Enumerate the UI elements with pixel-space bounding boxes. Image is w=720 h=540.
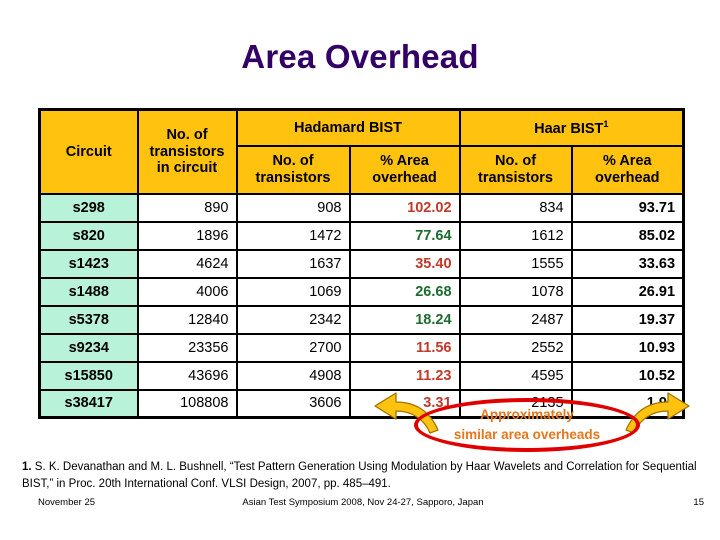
cell-hadamard-overhead: 11.23 [348, 360, 461, 391]
cell-hadamard-transistors: 908 [235, 192, 351, 223]
cell-hadamard-transistors: 1637 [235, 248, 351, 279]
footnote-marker-superscript: 1 [603, 118, 609, 129]
table-row: s15850 43696 4908 11.23 4595 10.52 [38, 360, 685, 391]
cell-transistors-in-circuit: 4624 [136, 248, 238, 279]
cell-circuit-name: s1423 [38, 248, 139, 279]
cell-hadamard-overhead: 11.56 [348, 332, 461, 363]
column-header-hadamard-transistors: No. of transistors [235, 144, 351, 195]
group-header-hadamard-bist: Hadamard BIST [235, 108, 461, 147]
table-row: s1423 4624 1637 35.40 1555 33.63 [38, 248, 685, 279]
table-body: s298 890 908 102.02 834 93.71 s820 1896 1472 77.6… [38, 192, 685, 419]
cell-hadamard-overhead: 26.68 [348, 276, 461, 307]
cell-hadamard-transistors: 1069 [235, 276, 351, 307]
footnote: 1. S. K. Devanathan and M. L. Bushnell, … [22, 459, 704, 492]
column-header-transistors-in-circuit: No. of transistors in circuit [136, 108, 238, 195]
table-row: s298 890 908 102.02 834 93.71 [38, 192, 685, 223]
callout-annotation: Approximately similar area overheads [374, 392, 690, 452]
footer-event: Asian Test Symposium 2008, Nov 24-27, Sa… [242, 497, 484, 508]
area-overhead-table-wrapper: Circuit No. of transistors in circuit Ha… [38, 108, 686, 419]
cell-hadamard-transistors: 4908 [235, 360, 351, 391]
cell-transistors-in-circuit: 12840 [136, 304, 238, 335]
cell-transistors-in-circuit: 43696 [136, 360, 238, 391]
table-row: s9234 23356 2700 11.56 2552 10.93 [38, 332, 685, 363]
cell-haar-transistors: 2487 [458, 304, 573, 335]
footnote-number: 1. [22, 461, 32, 473]
cell-circuit-name: s820 [38, 220, 139, 251]
table-row: s820 1896 1472 77.64 1612 85.02 [38, 220, 685, 251]
cell-hadamard-transistors: 2342 [235, 304, 351, 335]
table-head: Circuit No. of transistors in circuit Ha… [38, 108, 685, 195]
callout-text-line-1: Approximately [480, 407, 574, 422]
cell-circuit-name: s15850 [38, 360, 139, 391]
cell-transistors-in-circuit: 108808 [136, 388, 238, 419]
cell-haar-overhead: 19.37 [570, 304, 685, 335]
column-header-haar-overhead: % Area overhead [570, 144, 685, 195]
cell-circuit-name: s9234 [38, 332, 139, 363]
cell-circuit-name: s5378 [38, 304, 139, 335]
column-header-hadamard-overhead: % Area overhead [348, 144, 461, 195]
cell-circuit-name: s1488 [38, 276, 139, 307]
cell-hadamard-overhead: 35.40 [348, 248, 461, 279]
cell-circuit-name: s38417 [38, 388, 139, 419]
callout-text: Approximately similar area overheads [414, 405, 640, 444]
cell-hadamard-transistors: 3606 [235, 388, 351, 419]
cell-haar-transistors: 834 [458, 192, 573, 223]
cell-haar-transistors: 2552 [458, 332, 573, 363]
page-title: Area Overhead [241, 38, 479, 75]
cell-haar-overhead: 33.63 [570, 248, 685, 279]
cell-hadamard-overhead: 102.02 [348, 192, 461, 223]
area-overhead-table: Circuit No. of transistors in circuit Ha… [38, 108, 686, 419]
cell-haar-overhead: 93.71 [570, 192, 685, 223]
column-header-circuit: Circuit [38, 108, 139, 195]
callout-text-line-2: similar area overheads [453, 426, 601, 442]
slide-canvas: Area Overhead Circuit No. of transistors… [0, 0, 720, 540]
cell-haar-transistors: 1555 [458, 248, 573, 279]
table-header-row-group: Circuit No. of transistors in circuit Ha… [38, 108, 685, 195]
footnote-text: S. K. Devanathan and M. L. Bushnell, “Te… [22, 461, 697, 490]
cell-haar-overhead: 10.93 [570, 332, 685, 363]
cell-haar-transistors: 1078 [458, 276, 573, 307]
cell-hadamard-overhead: 18.24 [348, 304, 461, 335]
cell-transistors-in-circuit: 23356 [136, 332, 238, 363]
cell-hadamard-transistors: 1472 [235, 220, 351, 251]
cell-haar-overhead: 10.52 [570, 360, 685, 391]
column-header-haar-transistors: No. of transistors [458, 144, 573, 195]
table-row: s1488 4006 1069 26.68 1078 26.91 [38, 276, 685, 307]
cell-hadamard-transistors: 2700 [235, 332, 351, 363]
cell-haar-transistors: 1612 [458, 220, 573, 251]
cell-circuit-name: s298 [38, 192, 139, 223]
group-header-haar-bist: Haar BIST1 [458, 108, 685, 147]
cell-haar-overhead: 26.91 [570, 276, 685, 307]
cell-haar-overhead: 85.02 [570, 220, 685, 251]
cell-haar-transistors: 4595 [458, 360, 573, 391]
table-row: s5378 12840 2342 18.24 2487 19.37 [38, 304, 685, 335]
cell-hadamard-overhead: 77.64 [348, 220, 461, 251]
group-header-haar-label: Haar BIST [534, 120, 604, 137]
cell-transistors-in-circuit: 1896 [136, 220, 238, 251]
cell-transistors-in-circuit: 890 [136, 192, 238, 223]
footer-page-number: 15 [693, 497, 704, 508]
cell-transistors-in-circuit: 4006 [136, 276, 238, 307]
